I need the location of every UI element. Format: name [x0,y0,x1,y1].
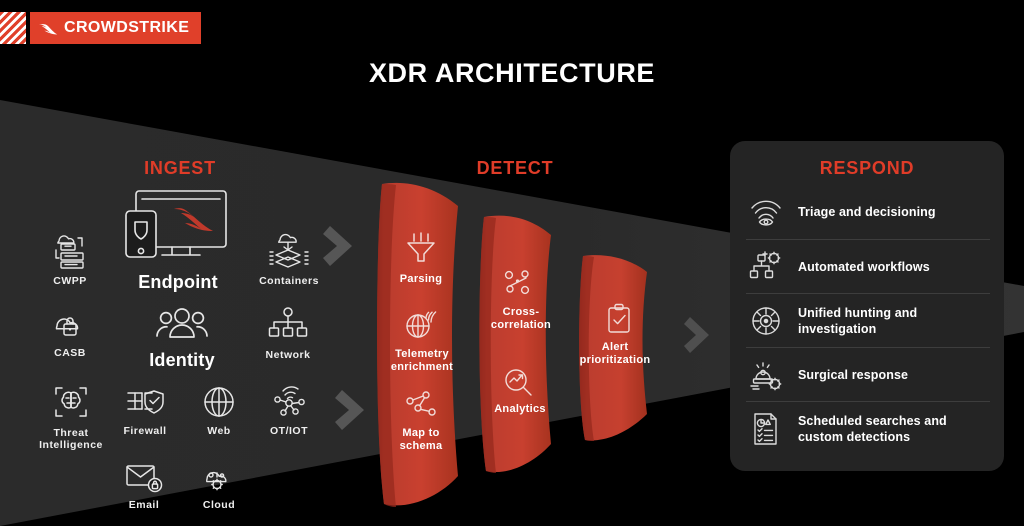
cloud-gear-icon [206,471,227,491]
ingest-tile-label: Containers [259,275,319,287]
monitor-phone-falcon-icon [125,190,227,258]
ingest-tile-label: Firewall [123,425,167,437]
network-hierarchy-icon [268,307,308,337]
workflow-gear-icon [746,250,786,283]
eye-signal-icon [746,197,786,227]
ingest-tile-firewall[interactable]: Firewall [108,386,182,437]
ingest-tile-label: Threat Intelligence [39,427,103,452]
respond-item-triage[interactable]: Triage and decisioning [746,185,990,239]
section-heading-respond: RESPOND [819,158,915,178]
detect-step-label: Cross-correlation [490,306,552,332]
detect-step-label: Map to schema [399,427,443,453]
respond-item-surgical-response[interactable]: Surgical response [746,347,990,401]
ingest-tile-email[interactable]: Email [110,462,178,511]
ingest-tile-ot-iot[interactable]: OT/IOT [254,382,324,437]
magnifier-chart-icon [505,369,532,396]
detect-step-label: Parsing [399,273,443,285]
ingest-tile-threat-intelligence[interactable]: Threat Intelligence [30,382,112,451]
ingest-tile-endpoint[interactable]: Endpoint [112,186,244,293]
ingest-tile-label: Identity [149,350,215,370]
detect-step-label: Analytics [494,403,546,415]
ingest-tile-label: Email [128,499,160,511]
respond-item-automated-workflows[interactable]: Automated workflows [746,239,990,293]
logo-wordmark-block: CROWDSTRIKE [30,12,202,44]
detect-stage-1-panel[interactable] [370,176,468,512]
detect-stage-2-panel[interactable] [473,210,561,478]
firewall-shield-icon [127,390,164,414]
respond-item-label: Triage and decisioning [798,205,936,219]
respond-list: Triage and decisioning Automated workflo… [746,185,990,455]
ingest-tile-web[interactable]: Web [188,386,250,437]
xdr-architecture-diagram: CROWDSTRIKE XDR ARCHITECTURE INGEST DETE… [0,0,1024,526]
ingest-tile-cloud[interactable]: Cloud [186,462,252,511]
globe-icon [204,387,234,417]
detect-to-respond-arrow [684,317,709,353]
users-group-icon [156,308,208,338]
globe-signal-icon [406,311,437,338]
brain-scan-icon [55,387,87,417]
ingest-to-detect-arrow-bottom [335,390,364,430]
detect-step-label: Alert prioritization [579,341,651,367]
diagonal-stripes-block [0,12,26,44]
crowdstrike-logo: CROWDSTRIKE [0,12,202,44]
section-heading-ingest: INGEST [144,158,216,178]
logo-text: CROWDSTRIKE [64,19,190,36]
ingest-tile-label: CWPP [53,275,87,287]
ingest-tile-label: Network [265,349,311,361]
iot-nodes-wifi-icon [274,386,305,416]
crowdstrike-falcon-icon [38,24,58,35]
section-heading-detect: DETECT [476,158,554,178]
respond-item-label: Scheduled searches and custom detections [798,413,947,444]
siren-gear-icon [746,359,786,391]
ingest-tile-label: Cloud [202,499,236,511]
ingest-tile-cwpp[interactable]: CWPP [30,228,110,287]
page-title: XDR ARCHITECTURE [368,58,656,88]
ingest-tile-identity[interactable]: Identity [140,306,224,371]
respond-item-label: Automated workflows [798,259,930,274]
scheduled-report-icon [746,412,786,446]
clipboard-check-icon [608,303,630,333]
respond-item-scheduled-searches[interactable]: Scheduled searches and custom detections [746,401,990,455]
ingest-tile-label: CASB [54,347,86,359]
funnel-icon [407,232,435,262]
respond-item-label: Unified hunting and investigation [798,305,918,336]
ingest-tile-containers[interactable]: Containers [248,228,330,287]
cloud-containers-icon [269,233,309,268]
respond-item-label: Surgical response [798,367,909,382]
ingest-tile-network[interactable]: Network [252,306,324,361]
ingest-tile-casb[interactable]: CASB [32,306,108,359]
nodes-map-icon [406,391,436,416]
ingest-tile-label: OT/IOT [270,425,308,437]
envelope-lock-icon [126,465,163,493]
ingest-tile-label: Web [207,425,231,437]
respond-item-unified-hunting[interactable]: Unified hunting and investigation [746,293,990,347]
detect-step-label: Telemetry enrichment [390,348,454,374]
ingest-tile-label: Endpoint [138,272,218,292]
cloud-server-icon [55,235,84,269]
cloud-lock-icon [55,317,79,336]
crosshair-target-icon [746,305,786,337]
percent-circles-icon [504,270,530,295]
